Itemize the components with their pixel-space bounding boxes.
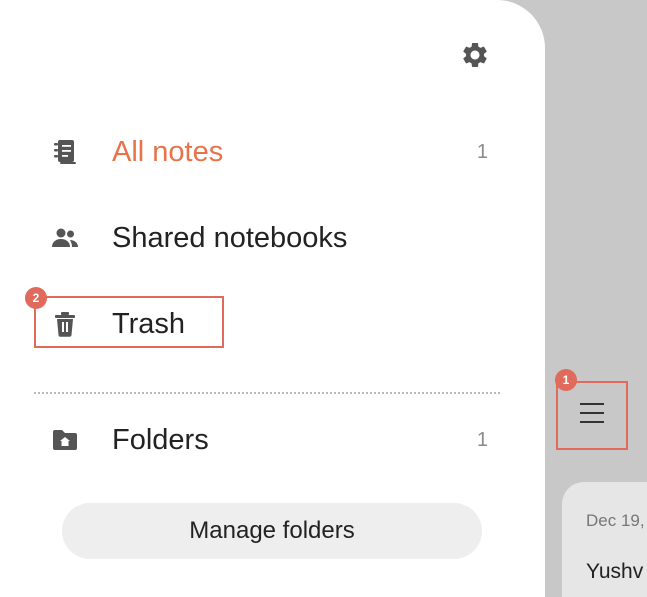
nav-item-label: Shared notebooks: [112, 221, 348, 254]
notes-icon: [50, 137, 80, 167]
nav-item-label: Folders: [112, 423, 209, 456]
annotation-badge-1: 1: [555, 369, 577, 391]
nav-item-all-notes[interactable]: All notes 1: [40, 124, 510, 180]
annotation-box-2: [34, 296, 224, 348]
nav-item-count: 1: [476, 140, 488, 163]
note-title: Yushv: [586, 560, 644, 583]
divider: [34, 392, 500, 394]
people-icon: [50, 223, 80, 253]
annotation-box-1: [556, 381, 628, 450]
annotation-badge-2: 2: [25, 287, 47, 309]
settings-button[interactable]: [458, 40, 492, 74]
folder-icon: [50, 425, 80, 455]
nav-item-count: 1: [476, 428, 488, 451]
note-date: Dec 19,: [586, 511, 645, 530]
gear-icon: [460, 40, 490, 75]
nav-item-shared-notebooks[interactable]: Shared notebooks: [40, 210, 510, 266]
screen: Dec 19, Yushv 1 All notes 1 Shared noteb…: [0, 0, 647, 597]
nav-item-label: All notes: [112, 135, 224, 168]
manage-folders-button[interactable]: Manage folders: [62, 503, 482, 559]
nav-item-folders[interactable]: Folders 1: [40, 412, 510, 468]
